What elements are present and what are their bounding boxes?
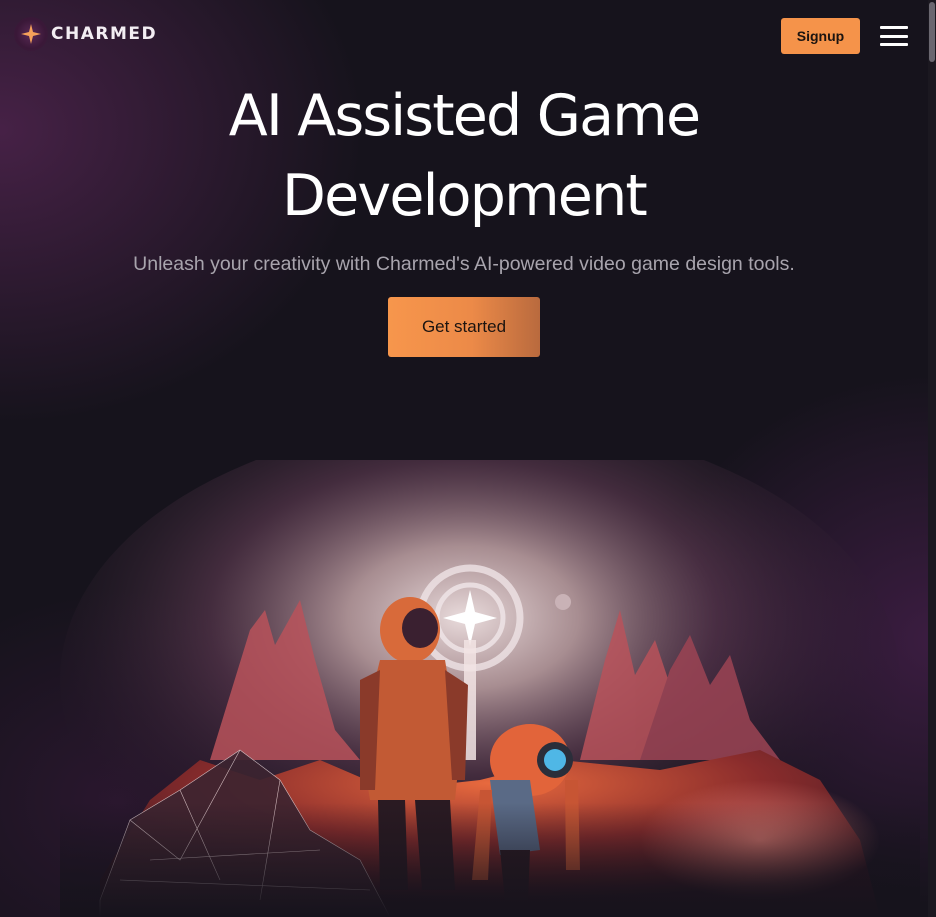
signup-button[interactable]: Signup xyxy=(781,18,860,54)
hero-subtitle: Unleash your creativity with Charmed's A… xyxy=(133,253,795,275)
menu-line xyxy=(880,26,908,29)
sparkle-star-icon xyxy=(14,17,48,51)
hero-title-line-1: AI Assisted Game xyxy=(228,83,701,149)
logo-text: CHARMED xyxy=(51,24,158,44)
scrollbar[interactable] xyxy=(928,0,936,917)
menu-line xyxy=(880,34,908,38)
hero-title: AI Assisted Game Development xyxy=(0,76,928,236)
scrollbar-thumb[interactable] xyxy=(929,2,935,62)
menu-line xyxy=(880,43,908,46)
charmed-logo[interactable]: CHARMED xyxy=(14,17,157,51)
hero-illustration xyxy=(60,460,920,917)
hero-title-line-2: Development xyxy=(282,163,648,229)
hamburger-menu-icon[interactable] xyxy=(880,26,908,46)
bottom-fade xyxy=(60,460,920,917)
get-started-button[interactable]: Get started xyxy=(388,297,540,357)
